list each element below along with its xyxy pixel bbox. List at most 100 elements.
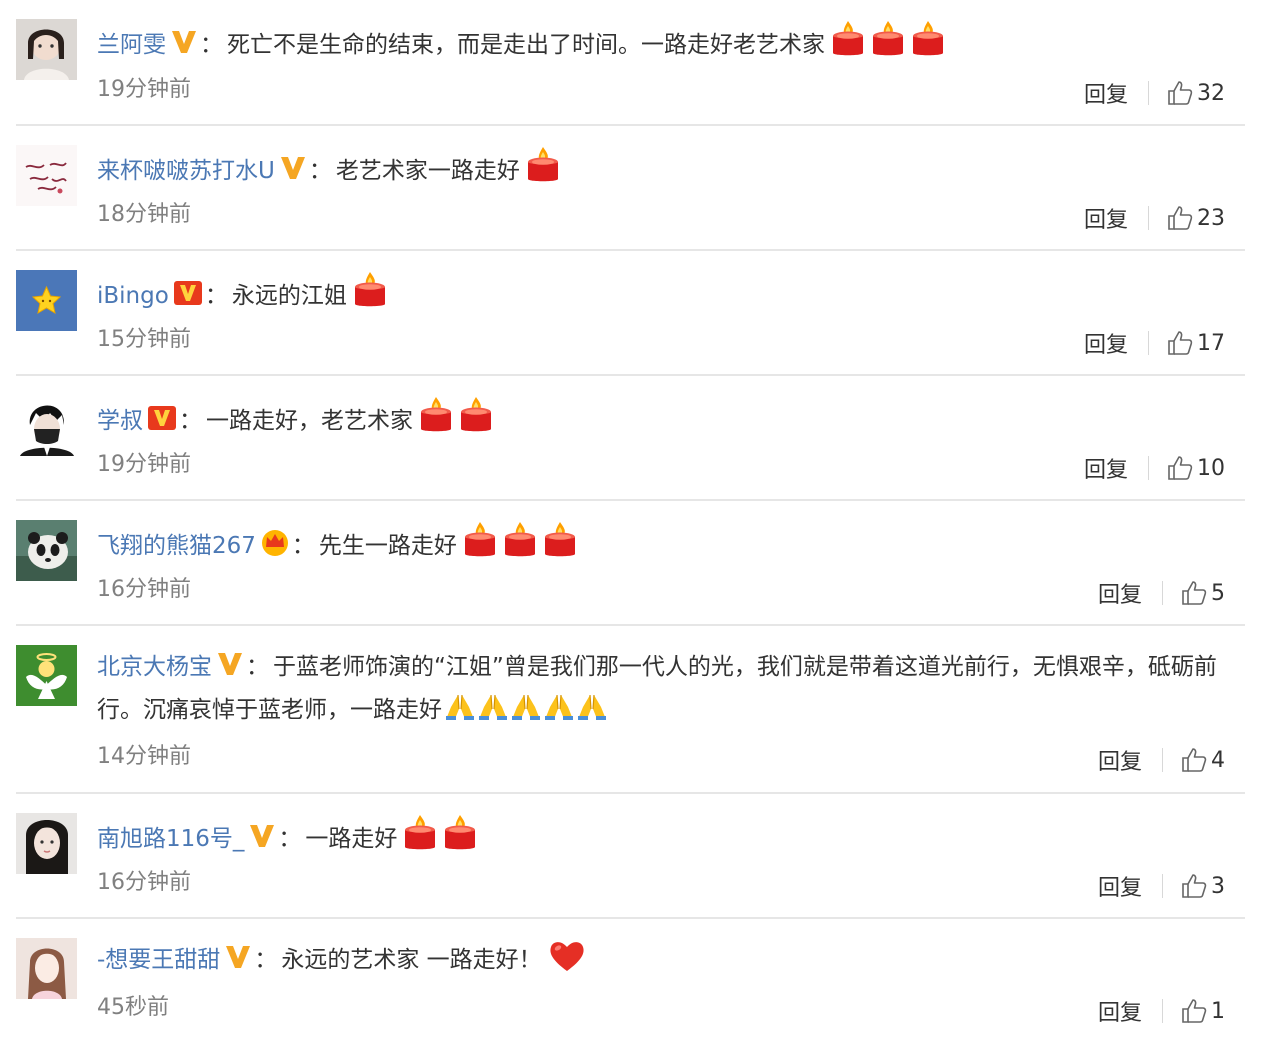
pray-emoji-icon [445, 693, 475, 721]
comment-actions: 回复 17 [1084, 327, 1225, 359]
verified-badge-icon[interactable] [147, 405, 177, 431]
comment-actions: 回复 23 [1084, 202, 1225, 234]
username-link[interactable]: 学叔 [97, 408, 143, 434]
comment-timestamp: 14分钟前 [97, 744, 191, 769]
action-divider [1162, 999, 1163, 1023]
colon-separator: ： [179, 408, 202, 434]
candle-emoji-icon [831, 20, 865, 58]
user-avatar[interactable] [16, 813, 77, 874]
comment-body: -想要王甜甜 ：永远的艺术家 一路走好！ [97, 939, 1237, 982]
colon-separator: ： [278, 826, 302, 852]
candle-emoji-icon [503, 521, 537, 559]
comment-timestamp: 18分钟前 [97, 202, 191, 227]
user-avatar[interactable] [16, 19, 77, 80]
like-button[interactable]: 5 [1181, 580, 1225, 606]
username-link[interactable]: iBingo [97, 283, 169, 309]
thumbs-up-icon [1181, 580, 1211, 606]
like-count: 3 [1211, 873, 1225, 899]
candle-emoji-icon [526, 146, 560, 184]
user-avatar[interactable] [16, 520, 77, 581]
user-avatar[interactable] [16, 270, 77, 331]
reply-button[interactable]: 回复 [1098, 995, 1142, 1027]
candle-emoji-icon [403, 814, 437, 852]
like-button[interactable]: 4 [1181, 747, 1225, 773]
verified-badge-icon[interactable] [279, 155, 307, 181]
like-button[interactable]: 23 [1167, 205, 1225, 231]
pray-emoji-icon [577, 693, 607, 721]
verified-badge-icon[interactable] [170, 29, 198, 55]
comment-text: 一路走好 [305, 826, 398, 852]
verified-badge-icon[interactable] [173, 280, 203, 306]
action-divider [1162, 581, 1163, 605]
colon-separator: ： [204, 283, 228, 309]
candle-emoji-icon [543, 521, 577, 559]
heart-emoji-icon [548, 939, 586, 973]
comment-text: 死亡不是生命的结束，而是走出了时间。一路走好老艺术家 [227, 32, 825, 58]
reply-button[interactable]: 回复 [1084, 327, 1128, 359]
pray-emoji-icon [511, 693, 541, 721]
comment-item: 飞翔的熊猫267 ：先生一路走好 16分钟前 回复 5 [16, 501, 1245, 626]
username-link[interactable]: 兰阿雯 [97, 32, 166, 58]
like-count: 32 [1197, 80, 1225, 106]
comment-timestamp: 16分钟前 [97, 870, 191, 895]
comment-item: 兰阿雯 ：死亡不是生命的结束，而是走出了时间。一路走好老艺术家 19分钟前 回复 32 [16, 0, 1245, 126]
reply-button[interactable]: 回复 [1084, 202, 1128, 234]
username-link[interactable]: 南旭路116号_ [97, 826, 244, 852]
user-avatar[interactable] [16, 938, 77, 999]
username-link[interactable]: -想要王甜甜 [97, 947, 220, 973]
like-button[interactable]: 3 [1181, 873, 1225, 899]
reply-button[interactable]: 回复 [1098, 744, 1142, 776]
crown-badge-icon[interactable] [260, 528, 290, 556]
candle-emoji-icon [459, 396, 493, 434]
verified-badge-icon[interactable] [248, 823, 276, 849]
pray-emoji-icon [478, 693, 508, 721]
comment-body: iBingo ：永远的江姐 [97, 271, 1237, 318]
thumbs-up-icon [1167, 330, 1197, 356]
comment-timestamp: 19分钟前 [97, 77, 191, 102]
action-divider [1162, 748, 1163, 772]
like-button[interactable]: 17 [1167, 330, 1225, 356]
like-button[interactable]: 32 [1167, 80, 1225, 106]
verified-badge-icon[interactable] [216, 651, 244, 677]
comment-body: 来杯啵啵苏打水U ：老艺术家一路走好 [97, 146, 1237, 193]
comment-body: 飞翔的熊猫267 ：先生一路走好 [97, 521, 1237, 568]
like-count: 10 [1197, 455, 1225, 481]
reply-button[interactable]: 回复 [1084, 452, 1128, 484]
comment-actions: 回复 1 [1098, 995, 1225, 1027]
comment-timestamp: 15分钟前 [97, 327, 191, 352]
thumbs-up-icon [1181, 998, 1211, 1024]
comment-item: 南旭路116号_ ：一路走好 16分钟前 回复 3 [16, 794, 1245, 919]
comment-body: 兰阿雯 ：死亡不是生命的结束，而是走出了时间。一路走好老艺术家 [97, 20, 1237, 67]
username-link[interactable]: 北京大杨宝 [97, 654, 212, 680]
verified-badge-icon[interactable] [224, 944, 252, 970]
reply-button[interactable]: 回复 [1098, 577, 1142, 609]
reply-button[interactable]: 回复 [1084, 77, 1128, 109]
comment-timestamp: 16分钟前 [97, 577, 191, 602]
like-button[interactable]: 10 [1167, 455, 1225, 481]
comment-actions: 回复 4 [1098, 744, 1225, 776]
comment-actions: 回复 32 [1084, 77, 1225, 109]
candle-emoji-icon [911, 20, 945, 58]
user-avatar[interactable] [16, 395, 77, 456]
action-divider [1148, 331, 1149, 355]
user-avatar[interactable] [16, 145, 77, 206]
candle-emoji-icon [353, 271, 387, 309]
pray-emoji-icon [544, 693, 574, 721]
comment-body: 北京大杨宝：于蓝老师饰演的“江姐”曾是我们那一代人的光，我们就是带着这道光前行，… [97, 646, 1237, 732]
like-count: 5 [1211, 580, 1225, 606]
colon-separator: ： [291, 533, 315, 559]
action-divider [1148, 81, 1149, 105]
colon-separator: ： [308, 158, 332, 184]
comment-actions: 回复 3 [1098, 870, 1225, 902]
username-link[interactable]: 飞翔的熊猫267 [97, 533, 256, 559]
comment-list: 兰阿雯：死亡不是生命的结束，而是走出了时间。一路走好老艺术家 19分钟前 回复 32 来… [0, 0, 1277, 1041]
like-button[interactable]: 1 [1181, 998, 1225, 1024]
colon-separator: ： [200, 32, 223, 58]
comment-body: 南旭路116号_ ：一路走好 [97, 814, 1237, 861]
action-divider [1148, 456, 1149, 480]
username-link[interactable]: 来杯啵啵苏打水U [97, 158, 275, 184]
reply-button[interactable]: 回复 [1098, 870, 1142, 902]
comment-text: 永远的江姐 [231, 283, 347, 309]
user-avatar[interactable] [16, 645, 77, 706]
comment-item: 来杯啵啵苏打水U ：老艺术家一路走好 18分钟前 回复 23 [16, 126, 1245, 251]
